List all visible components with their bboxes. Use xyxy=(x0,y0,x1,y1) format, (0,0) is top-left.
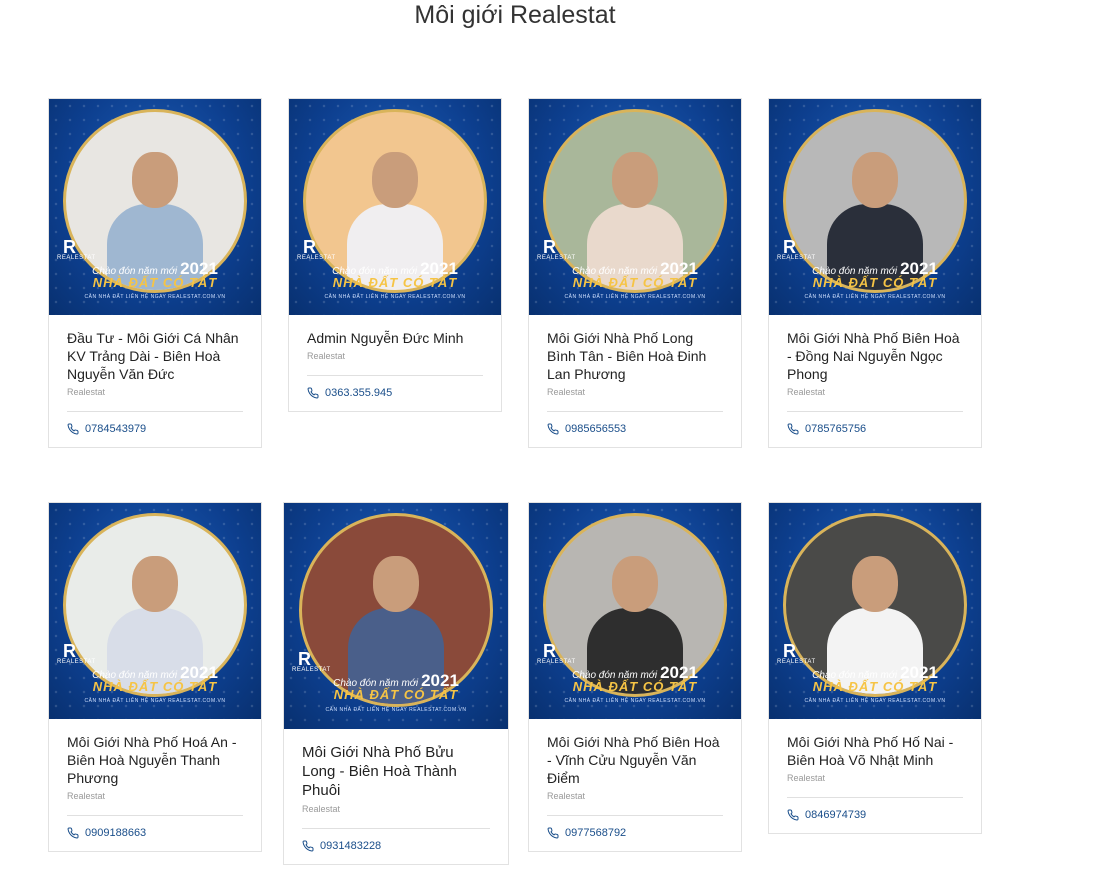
agent-agency: Realestat xyxy=(787,387,826,397)
agent-name[interactable]: Môi Giới Nhà Phố Hố Nai - Biên Hoà Võ Nh… xyxy=(787,733,963,769)
phone-icon xyxy=(547,827,559,839)
banner-slogan: NHÀ ĐẤT CÓ TẤT xyxy=(92,275,218,290)
banner-footer: CĂN NHÀ ĐẤT LIÊN HỆ NGAY REALESTAT.COM.V… xyxy=(804,698,946,704)
agent-photo[interactable]: R REALESTAT Chào đón năm mới 2021 NHÀ ĐẤT… xyxy=(529,99,741,315)
agent-phone-link[interactable]: 0985656553 xyxy=(547,412,723,447)
agent-phone: 0784543979 xyxy=(85,423,147,435)
agent-photo[interactable]: R REALESTAT Chào đón năm mới 2021 NHÀ ĐẤT… xyxy=(529,503,741,719)
phone-icon xyxy=(307,387,319,399)
agent-phone-link[interactable]: 0363.355.945 xyxy=(307,376,483,411)
agent-card-1[interactable]: R REALESTAT Chào đón năm mới 2021 NHÀ ĐẤT… xyxy=(48,98,262,448)
agent-name[interactable]: Môi Giới Nhà Phố Long Bình Tân - Biên Ho… xyxy=(547,329,723,383)
banner-footer: CĂN NHÀ ĐẤT LIÊN HỆ NGAY REALESTAT.COM.V… xyxy=(564,294,706,300)
phone-icon xyxy=(302,840,314,852)
agent-phone: 0909188663 xyxy=(85,827,147,839)
banner-footer: CĂN NHÀ ĐẤT LIÊN HỆ NGAY REALESTAT.COM.V… xyxy=(325,707,467,713)
agent-phone: 0363.355.945 xyxy=(325,387,393,399)
agent-card-7[interactable]: R REALESTAT Chào đón năm mới 2021 NHÀ ĐẤT… xyxy=(528,502,742,852)
agent-photo[interactable]: R REALESTAT Chào đón năm mới 2021 NHÀ ĐẤT… xyxy=(49,99,261,315)
agent-phone-link[interactable]: 0931483228 xyxy=(302,829,490,864)
agent-agency: Realestat xyxy=(302,804,341,814)
banner-slogan: NHÀ ĐẤT CÓ TẤT xyxy=(572,679,698,694)
agent-phone-link[interactable]: 0785765756 xyxy=(787,412,963,447)
banner-slogan: NHÀ ĐẤT CÓ TẤT xyxy=(333,687,459,702)
realestat-logo-icon: R xyxy=(303,237,316,257)
banner-slogan: NHÀ ĐẤT CÓ TẤT xyxy=(332,275,458,290)
agent-phone-link[interactable]: 0784543979 xyxy=(67,412,243,447)
agent-agency: Realestat xyxy=(787,773,826,783)
agent-card-4[interactable]: R REALESTAT Chào đón năm mới 2021 NHÀ ĐẤT… xyxy=(768,98,982,448)
agent-photo[interactable]: R REALESTAT Chào đón năm mới 2021 NHÀ ĐẤT… xyxy=(289,99,501,315)
phone-icon xyxy=(67,423,79,435)
phone-icon xyxy=(787,423,799,435)
agent-name[interactable]: Môi Giới Nhà Phố Biên Hoà - Vĩnh Cửu Ngu… xyxy=(547,733,723,787)
agent-card-5[interactable]: R REALESTAT Chào đón năm mới 2021 NHÀ ĐẤT… xyxy=(48,502,262,852)
banner-slogan: NHÀ ĐẤT CÓ TẤT xyxy=(812,275,938,290)
agent-phone: 0985656553 xyxy=(565,423,627,435)
realestat-logo-icon: R xyxy=(543,237,556,257)
phone-icon xyxy=(787,809,799,821)
agent-photo[interactable]: R REALESTAT Chào đón năm mới 2021 NHÀ ĐẤT… xyxy=(769,99,981,315)
realestat-logo-icon: R xyxy=(63,641,76,661)
realestat-logo-icon: R xyxy=(298,649,311,669)
agent-phone-link[interactable]: 0977568792 xyxy=(547,816,723,851)
agent-agency: Realestat xyxy=(67,387,106,397)
agent-card-6[interactable]: R REALESTAT Chào đón năm mới 2021 NHÀ ĐẤT… xyxy=(283,502,509,865)
agent-photo[interactable]: R REALESTAT Chào đón năm mới 2021 NHÀ ĐẤT… xyxy=(284,503,508,729)
realestat-logo-icon: R xyxy=(783,641,796,661)
banner-footer: CĂN NHÀ ĐẤT LIÊN HỆ NGAY REALESTAT.COM.V… xyxy=(804,294,946,300)
agent-agency: Realestat xyxy=(547,791,586,801)
agent-name[interactable]: Môi Giới Nhà Phố Bửu Long - Biên Hoà Thà… xyxy=(302,743,490,800)
agent-agency: Realestat xyxy=(307,351,346,361)
agent-name[interactable]: Môi Giới Nhà Phố Hoá An - Biên Hoà Nguyễ… xyxy=(67,733,243,787)
agent-phone: 0785765756 xyxy=(805,423,867,435)
phone-icon xyxy=(67,827,79,839)
agent-name[interactable]: Admin Nguyễn Đức Minh xyxy=(307,329,483,347)
agent-agency: Realestat xyxy=(547,387,586,397)
banner-slogan: NHÀ ĐẤT CÓ TẤT xyxy=(92,679,218,694)
banner-slogan: NHÀ ĐẤT CÓ TẤT xyxy=(812,679,938,694)
agent-phone-link[interactable]: 0909188663 xyxy=(67,816,243,851)
banner-footer: CĂN NHÀ ĐẤT LIÊN HỆ NGAY REALESTAT.COM.V… xyxy=(84,698,226,704)
agent-phone-link[interactable]: 0846974739 xyxy=(787,798,963,833)
banner-footer: CĂN NHÀ ĐẤT LIÊN HỆ NGAY REALESTAT.COM.V… xyxy=(84,294,226,300)
agent-photo[interactable]: R REALESTAT Chào đón năm mới 2021 NHÀ ĐẤT… xyxy=(769,503,981,719)
page-title: Môi giới Realestat xyxy=(414,1,616,29)
agent-card-3[interactable]: R REALESTAT Chào đón năm mới 2021 NHÀ ĐẤT… xyxy=(528,98,742,448)
agent-phone: 0846974739 xyxy=(805,809,867,821)
phone-icon xyxy=(547,423,559,435)
agent-card-2[interactable]: R REALESTAT Chào đón năm mới 2021 NHÀ ĐẤT… xyxy=(288,98,502,412)
agent-name[interactable]: Đầu Tư - Môi Giới Cá Nhân KV Trảng Dài -… xyxy=(67,329,243,383)
banner-footer: CĂN NHÀ ĐẤT LIÊN HỆ NGAY REALESTAT.COM.V… xyxy=(564,698,706,704)
realestat-logo-icon: R xyxy=(543,641,556,661)
banner-slogan: NHÀ ĐẤT CÓ TẤT xyxy=(572,275,698,290)
realestat-logo-icon: R xyxy=(783,237,796,257)
agent-phone: 0931483228 xyxy=(320,840,382,852)
agent-agency: Realestat xyxy=(67,791,106,801)
agent-card-8[interactable]: R REALESTAT Chào đón năm mới 2021 NHÀ ĐẤT… xyxy=(768,502,982,834)
agent-name[interactable]: Môi Giới Nhà Phố Biên Hoà - Đồng Nai Ngu… xyxy=(787,329,963,383)
banner-footer: CĂN NHÀ ĐẤT LIÊN HỆ NGAY REALESTAT.COM.V… xyxy=(324,294,466,300)
agent-phone: 0977568792 xyxy=(565,827,627,839)
realestat-logo-icon: R xyxy=(63,237,76,257)
agent-photo[interactable]: R REALESTAT Chào đón năm mới 2021 NHÀ ĐẤT… xyxy=(49,503,261,719)
